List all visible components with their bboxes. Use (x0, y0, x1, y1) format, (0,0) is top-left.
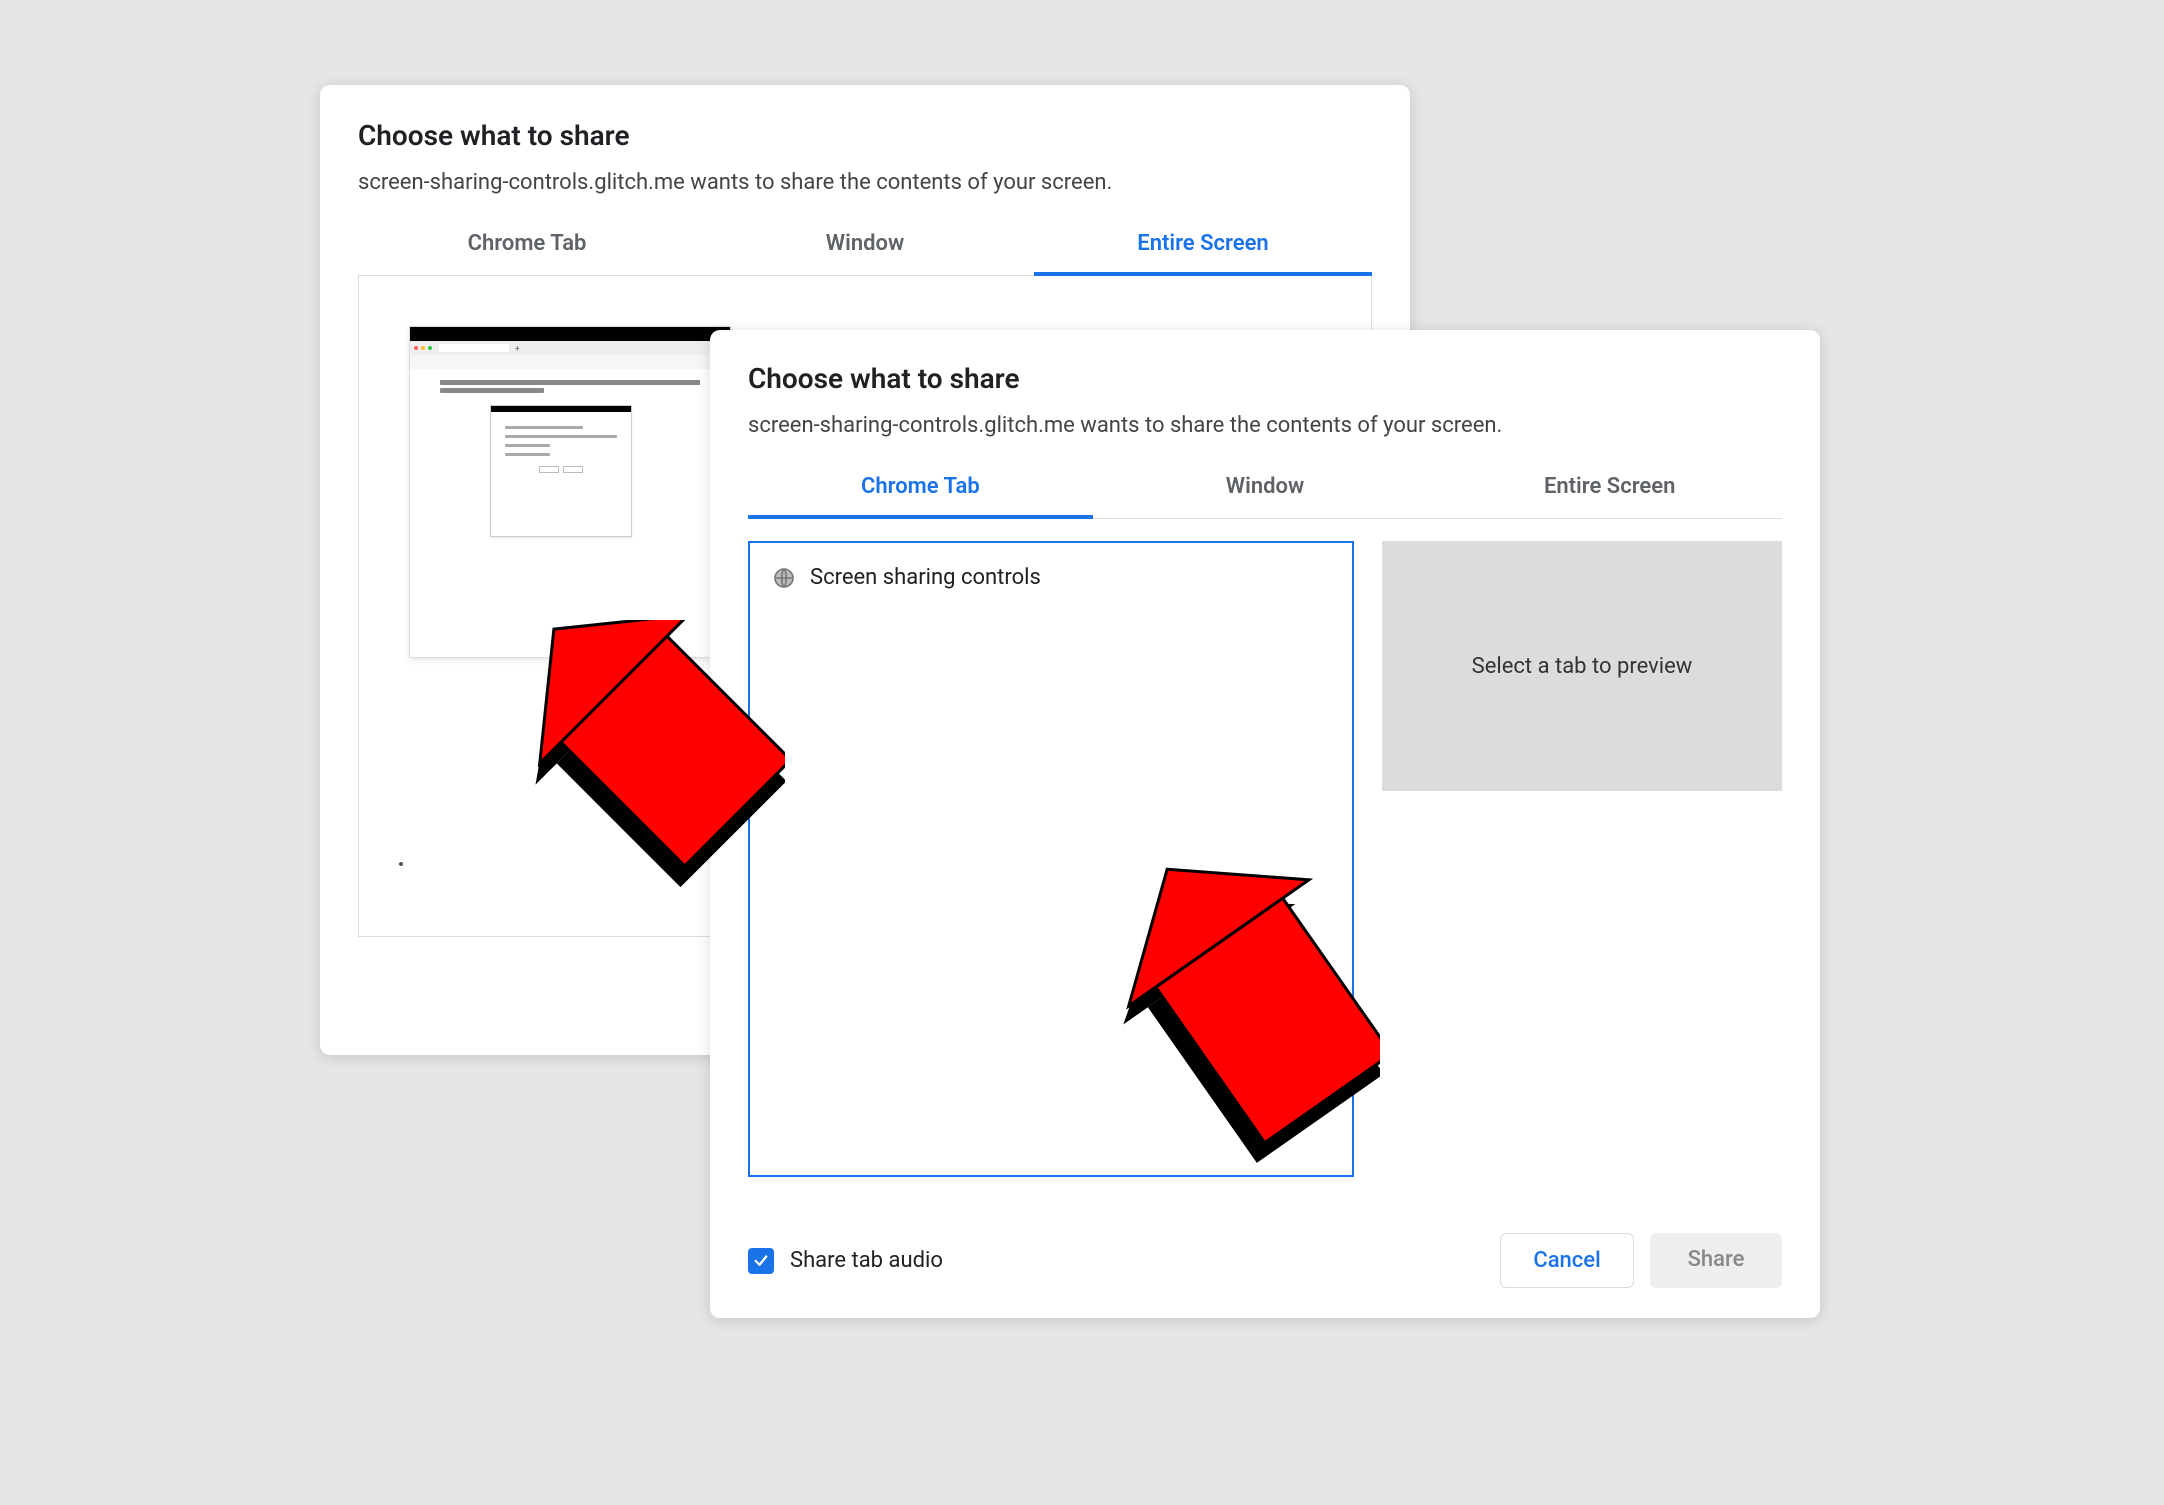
share-type-tabs: Chrome Tab Window Entire Screen (358, 217, 1372, 276)
tab-preview-placeholder: Select a tab to preview (1382, 541, 1782, 791)
tab-selection-area: Screen sharing controls Select a tab to … (748, 541, 1782, 1177)
page-dot (399, 862, 403, 866)
checkbox-checked-icon (748, 1248, 774, 1274)
share-type-tabs: Chrome Tab Window Entire Screen (748, 460, 1782, 519)
share-dialog-chrome-tab: Choose what to share screen-sharing-cont… (710, 330, 1820, 1318)
screen-thumbnail[interactable]: + (409, 326, 731, 658)
dialog-header: Choose what to share screen-sharing-cont… (320, 85, 1410, 195)
tab-window[interactable]: Window (696, 217, 1034, 275)
tab-item-label: Screen sharing controls (810, 565, 1041, 590)
tab-entire-screen[interactable]: Entire Screen (1437, 460, 1782, 518)
footer-buttons: Cancel Share (1500, 1233, 1782, 1288)
cancel-button[interactable]: Cancel (1500, 1233, 1634, 1288)
share-tab-audio-label: Share tab audio (790, 1248, 943, 1273)
dialog-title: Choose what to share (358, 119, 1372, 152)
tab-chrome-tab[interactable]: Chrome Tab (748, 460, 1093, 519)
dialog-footer: Share tab audio Cancel Share (748, 1233, 1782, 1288)
share-tab-audio-checkbox[interactable]: Share tab audio (748, 1248, 943, 1274)
tab-chrome-tab[interactable]: Chrome Tab (358, 217, 696, 275)
dialog-subtitle: screen-sharing-controls.glitch.me wants … (748, 413, 1782, 438)
tab-entire-screen[interactable]: Entire Screen (1034, 217, 1372, 276)
globe-icon (772, 566, 796, 590)
dialog-title: Choose what to share (748, 362, 1782, 395)
tab-item-screen-sharing-controls[interactable]: Screen sharing controls (768, 559, 1334, 596)
tab-window[interactable]: Window (1093, 460, 1438, 518)
preview-placeholder-text: Select a tab to preview (1472, 654, 1693, 679)
dialog-header: Choose what to share screen-sharing-cont… (710, 330, 1820, 438)
tab-list: Screen sharing controls (748, 541, 1354, 1177)
share-button[interactable]: Share (1650, 1233, 1782, 1288)
dialog-subtitle: screen-sharing-controls.glitch.me wants … (358, 170, 1372, 195)
